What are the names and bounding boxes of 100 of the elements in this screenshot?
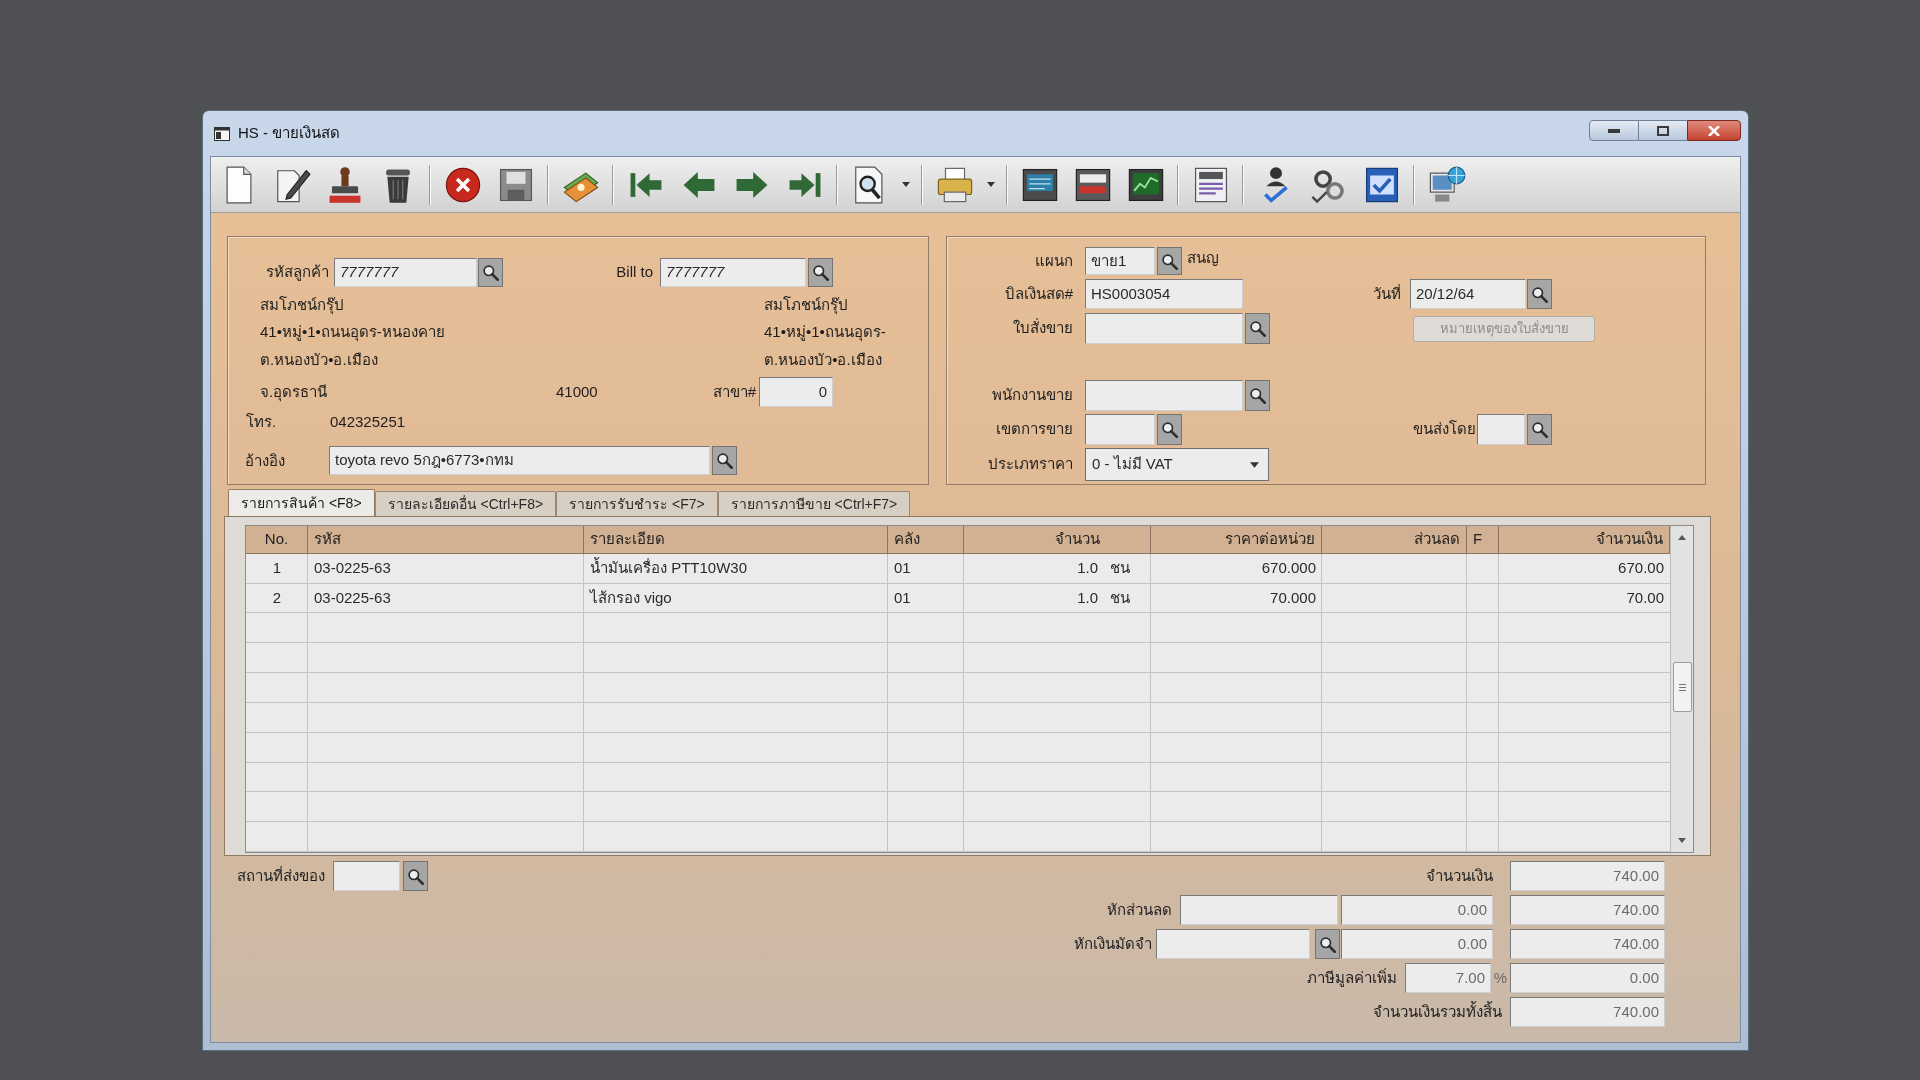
- search-icon: [1161, 252, 1178, 270]
- total-label: หักส่วนลด: [1107, 899, 1172, 920]
- address-line: ต.หนองบัว•อ.เมือง: [260, 351, 378, 368]
- table-cell-text: 70.00: [1625, 587, 1665, 608]
- department-name: สนญ: [1187, 248, 1219, 268]
- tab[interactable]: รายการสินค้า <F8>: [228, 489, 375, 516]
- caret-icon[interactable]: [902, 182, 910, 187]
- cancel-icon[interactable]: [443, 165, 482, 204]
- customer-code-field[interactable]: 7777777: [334, 258, 477, 287]
- sales-area-field[interactable]: [1085, 414, 1155, 445]
- sales-order-field[interactable]: [1085, 313, 1243, 344]
- total-field[interactable]: 740.00: [1510, 861, 1665, 891]
- table-cell-text: ชน: [1109, 558, 1131, 578]
- field-label: ประเภทราคา: [987, 454, 1073, 475]
- maximize-button[interactable]: [1639, 120, 1687, 141]
- tab[interactable]: รายละเอียดอื่น <Ctrl+F8>: [374, 491, 557, 516]
- total-field[interactable]: 740.00: [1510, 929, 1665, 959]
- bill-to-name: สมโภชน์กรุ๊ป: [764, 294, 848, 317]
- field-label: ขนส่งโดย: [1413, 419, 1476, 440]
- window-icon[interactable]: [214, 126, 230, 141]
- search-button[interactable]: [478, 258, 503, 287]
- bill-number-field[interactable]: HS0003054: [1085, 279, 1243, 309]
- price-type-dropdown[interactable]: 0 - ไม่มี VAT: [1085, 448, 1269, 481]
- search-button[interactable]: [1527, 279, 1552, 309]
- search-icon: [1531, 421, 1548, 438]
- field-label: พนักงานขาย: [991, 385, 1073, 406]
- amount-field[interactable]: 0.00: [1341, 895, 1493, 925]
- column-header: ราคาต่อหน่วย: [1151, 526, 1322, 554]
- address-line: จ.อุดรธานี: [260, 383, 328, 400]
- search-button[interactable]: [1245, 313, 1270, 344]
- column-header: รหัส: [308, 526, 584, 554]
- table-cell-text: ไส้กรอง vigo: [588, 587, 673, 608]
- column-header: F: [1467, 526, 1499, 554]
- branch-field[interactable]: 0: [759, 377, 833, 407]
- search-button[interactable]: [1315, 929, 1340, 959]
- shipping-field[interactable]: [1477, 414, 1525, 445]
- search-button[interactable]: [808, 258, 833, 287]
- percent-sign: %: [1492, 967, 1509, 988]
- column-header: คลัง: [888, 526, 964, 554]
- search-icon: [1161, 421, 1178, 438]
- caret-icon[interactable]: [987, 182, 995, 187]
- field-label: Bill to: [616, 262, 653, 283]
- postcode: 41000: [556, 383, 598, 400]
- amount-field[interactable]: 0.00: [1341, 929, 1493, 959]
- search-button[interactable]: [1157, 247, 1182, 275]
- vat-rate-field[interactable]: 7.00: [1405, 963, 1491, 993]
- field-label: แผนก: [1034, 250, 1073, 271]
- close-button[interactable]: [1687, 120, 1741, 141]
- column-header: จำนวนเงิน: [1499, 526, 1670, 554]
- column-header: ส่วนลด: [1322, 526, 1467, 554]
- search-button[interactable]: [712, 446, 737, 475]
- deposit-input[interactable]: [1156, 929, 1310, 959]
- arrow-up-icon[interactable]: [1678, 535, 1686, 540]
- salesperson-field[interactable]: [1085, 380, 1243, 411]
- total-label: ภาษีมูลค่าเพิ่ม: [1307, 967, 1397, 989]
- tab[interactable]: รายการรับชำระ <F7>: [556, 491, 718, 516]
- search-icon: [716, 452, 733, 469]
- arrow-down-icon[interactable]: [1678, 838, 1686, 843]
- delivery-place-field[interactable]: [333, 861, 400, 891]
- department-field[interactable]: ขาย1: [1085, 247, 1155, 275]
- field-label: เขตการขาย: [995, 419, 1073, 440]
- total-field[interactable]: 0.00: [1510, 963, 1665, 993]
- discount-input[interactable]: [1180, 895, 1338, 925]
- field-label: ใบสั่งขาย: [1012, 317, 1073, 339]
- column-header: No.: [246, 526, 308, 554]
- address-line: 41•หมู่•1•ถนนอุดร-: [764, 321, 886, 344]
- scrollbar[interactable]: [1670, 526, 1693, 852]
- search-icon: [407, 867, 424, 885]
- search-button[interactable]: [1157, 414, 1182, 445]
- reference-field[interactable]: toyota revo 5กฎ•6773•กทม: [329, 446, 710, 475]
- table-cell-text: 1: [271, 558, 283, 578]
- minimize-button[interactable]: [1589, 120, 1639, 141]
- search-icon: [1249, 320, 1266, 337]
- field-label: สาขา#: [712, 381, 756, 402]
- table-cell-text: 670.000: [1260, 558, 1317, 578]
- date-field[interactable]: 20/12/64: [1410, 279, 1526, 309]
- table-cell-text: 670.00: [1617, 558, 1665, 578]
- column-header: จำนวน: [964, 526, 1151, 554]
- search-button[interactable]: [403, 861, 428, 891]
- column-header: รายละเอียด: [584, 526, 888, 554]
- search-icon: [1319, 935, 1336, 953]
- field-label: โทร.: [246, 413, 277, 430]
- field-label: รหัสลูกค้า: [265, 262, 329, 283]
- search-icon: [812, 264, 829, 281]
- printer-icon[interactable]: [935, 165, 974, 204]
- computer-globe-icon[interactable]: [1427, 165, 1466, 204]
- total-field[interactable]: 740.00: [1510, 997, 1665, 1027]
- scrollbar-thumb[interactable]: [1672, 662, 1692, 712]
- search-button[interactable]: [1245, 380, 1270, 411]
- search-icon: [482, 264, 499, 281]
- maximize-icon: [1657, 125, 1669, 136]
- bill-to-code-field[interactable]: 7777777: [660, 258, 806, 287]
- table-cell-text: 03-0225-63: [313, 587, 392, 608]
- tab[interactable]: รายการภาษีขาย <Ctrl+F7>: [717, 491, 911, 516]
- table-cell-text: 2: [271, 587, 283, 608]
- search-button[interactable]: [1527, 414, 1552, 445]
- phone-number: 042325251: [330, 411, 406, 432]
- table-cell-text: 01: [893, 587, 912, 608]
- search-icon: [1249, 387, 1266, 404]
- total-field[interactable]: 740.00: [1510, 895, 1665, 925]
